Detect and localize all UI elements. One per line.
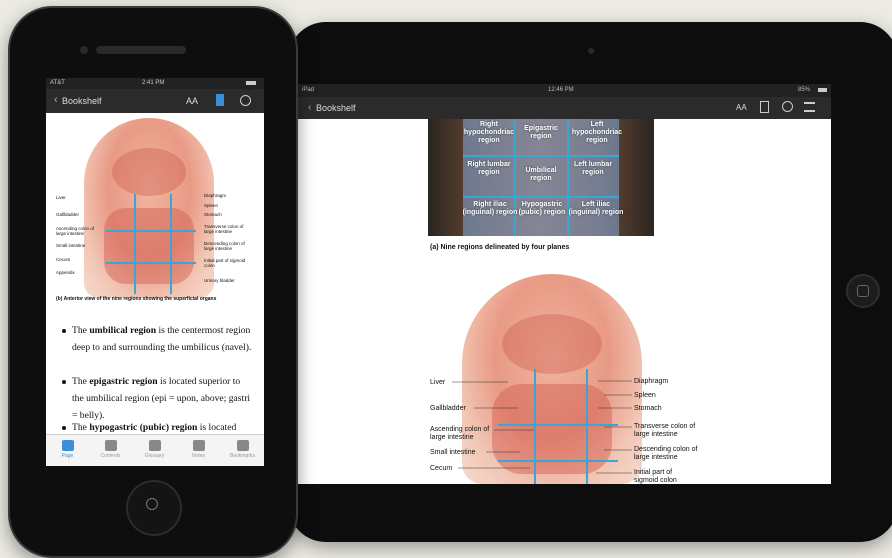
ipad-home-button[interactable] (846, 274, 880, 308)
tab-contents[interactable]: Contents (89, 435, 132, 466)
figure-caption-b: (b) Anterior view of the nine regions sh… (56, 296, 217, 302)
torso-illustration (84, 118, 214, 298)
tab-notes[interactable]: Notes (177, 435, 220, 466)
organ-label: Stomach (204, 212, 222, 217)
ipad-screen: iPad 12:46 PM 85% ‹ Bookshelf AA Right h… (298, 84, 831, 484)
search-icon[interactable] (240, 95, 251, 106)
tab-bar: Page Contents Glossary Notes Bookmarks (46, 434, 264, 466)
organ-label: Small intestine (56, 243, 86, 248)
tab-label: Glossary (144, 453, 165, 459)
organ-label: Cecum (56, 257, 71, 262)
grid-line (106, 262, 196, 264)
iphone-screen: AT&T 2:41 PM ‹ Bookshelf AA Liver Gallbl… (46, 78, 264, 466)
tab-label: Bookmarks (229, 453, 255, 459)
bullet-text: The (72, 325, 90, 336)
bullet-text: The (72, 422, 90, 433)
organ-label: Ascending colon of large intestine (56, 226, 95, 236)
note-icon (192, 440, 205, 451)
bullet-text: The (72, 376, 90, 387)
book-icon (148, 440, 161, 451)
list-icon (104, 440, 117, 451)
bullet-epigastric: The epigastric region is located superio… (62, 373, 252, 424)
bullet-term: epigastric region (89, 376, 158, 387)
bookmark-icon[interactable] (216, 94, 224, 106)
tab-page[interactable]: Page (46, 435, 89, 466)
bookmarks-icon (236, 440, 249, 451)
iphone-nav-bar: ‹ Bookshelf AA (46, 89, 264, 113)
organ-label: Initial part of sigmoid colon (204, 258, 246, 268)
organ-label: Descending colon of large intestine (204, 241, 245, 251)
back-button[interactable]: Bookshelf (62, 96, 102, 106)
organ-label: Spleen (204, 203, 219, 208)
grid-line (134, 194, 136, 294)
battery-icon (246, 81, 256, 85)
bullet-term: umbilical region (89, 325, 157, 336)
leader-lines (452, 380, 632, 474)
intestines (104, 208, 194, 284)
page-icon (61, 440, 74, 451)
organ-label: Transverse colon of large intestine (204, 224, 244, 234)
tab-glossary[interactable]: Glossary (133, 435, 176, 466)
carrier-label: AT&T (50, 80, 65, 86)
rib-cage (112, 148, 186, 196)
organ-label: Diaphragm (204, 193, 227, 198)
iphone-home-button[interactable] (126, 480, 182, 536)
organ-label: Gallbladder (56, 212, 80, 217)
tab-bookmarks[interactable]: Bookmarks (221, 435, 264, 466)
bullet-umbilical: The umbilical region is the centermost r… (62, 322, 252, 356)
organ-label: Liver (56, 195, 66, 200)
tab-label: Contents (100, 453, 121, 459)
organ-label: Appendix (56, 270, 75, 275)
iphone-status-bar: AT&T 2:41 PM (46, 78, 264, 89)
bullet-text: is located (197, 422, 237, 433)
ipad-camera (588, 48, 594, 54)
grid-line (106, 230, 196, 232)
tab-label: Page (61, 453, 74, 459)
back-chevron-icon[interactable]: ‹ (54, 94, 58, 106)
organ-label: Urinary bladder (204, 278, 235, 283)
grid-line (170, 194, 172, 294)
font-size-icon[interactable]: AA (186, 96, 198, 106)
bullet-term: hypogastric (pubic) region (89, 422, 198, 433)
tab-label: Notes (191, 453, 206, 459)
power-icon (146, 498, 158, 510)
iphone-camera (80, 46, 88, 54)
iphone-speaker (96, 46, 186, 54)
clock: 2:41 PM (142, 80, 165, 86)
